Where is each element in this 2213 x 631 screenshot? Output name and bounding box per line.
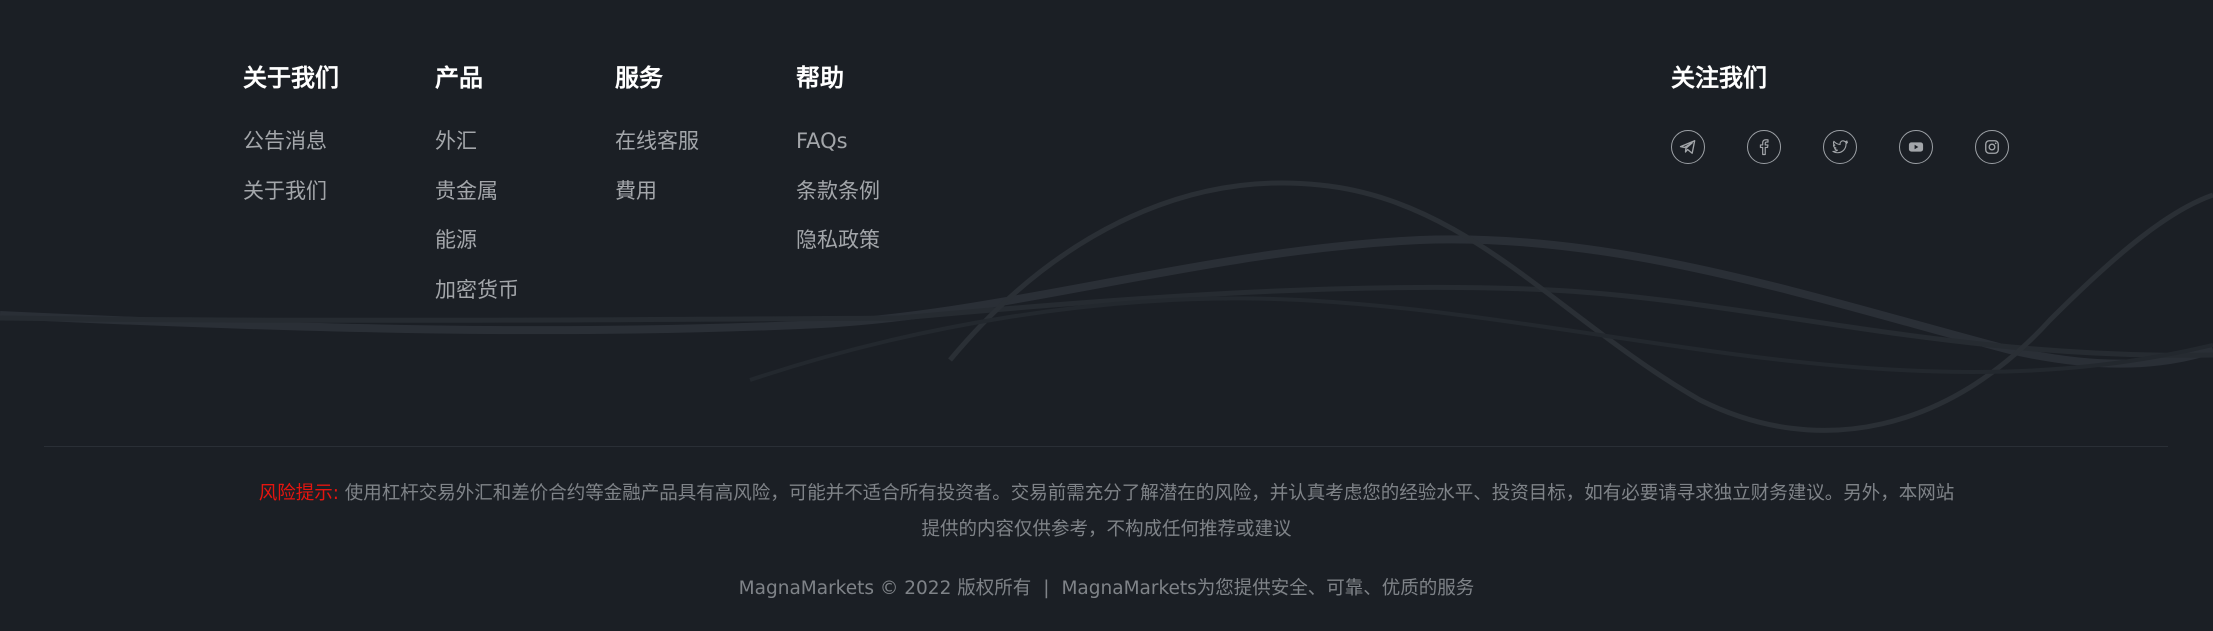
footer-column-services: 服务 在线客服 費用 bbox=[615, 62, 699, 225]
risk-warning-label: 风险提示: bbox=[258, 483, 339, 504]
link-forex[interactable]: 外汇 bbox=[435, 126, 519, 156]
link-fees[interactable]: 費用 bbox=[615, 176, 699, 206]
column-title-services: 服务 bbox=[615, 64, 663, 92]
risk-warning-text: 使用杠杆交易外汇和差价合约等金融产品具有高风险，可能并不适合所有投资者。交易前需… bbox=[338, 483, 1955, 540]
footer-divider bbox=[44, 446, 2168, 447]
footer-column-products: 产品 外汇 贵金属 能源 加密货币 bbox=[435, 62, 519, 324]
link-faqs[interactable]: FAQs bbox=[796, 126, 880, 156]
column-title-help: 帮助 bbox=[796, 64, 844, 92]
twitter-icon[interactable] bbox=[1823, 130, 1857, 164]
copyright: MagnaMarkets © 2022 版权所有 | MagnaMarkets为您提… bbox=[0, 574, 2213, 604]
copyright-separator: | bbox=[1043, 578, 1050, 599]
social-links bbox=[1671, 130, 2009, 164]
footer-column-about: 关于我们 公告消息 关于我们 bbox=[243, 62, 339, 225]
link-online-support[interactable]: 在线客服 bbox=[615, 126, 699, 156]
link-announcements[interactable]: 公告消息 bbox=[243, 126, 339, 156]
footer-column-help: 帮助 FAQs 条款条例 隐私政策 bbox=[796, 62, 880, 275]
footer-column-follow: 关注我们 bbox=[1671, 62, 1767, 126]
link-about-us[interactable]: 关于我们 bbox=[243, 176, 339, 206]
column-title-about: 关于我们 bbox=[243, 64, 339, 92]
copyright-tagline: MagnaMarkets为您提供安全、可靠、优质的服务 bbox=[1061, 578, 1475, 599]
link-privacy[interactable]: 隐私政策 bbox=[796, 225, 880, 255]
link-energy[interactable]: 能源 bbox=[435, 225, 519, 255]
youtube-icon[interactable] bbox=[1899, 130, 1933, 164]
column-title-products: 产品 bbox=[435, 64, 483, 92]
instagram-icon[interactable] bbox=[1975, 130, 2009, 164]
column-title-follow: 关注我们 bbox=[1671, 64, 1767, 92]
copyright-text: MagnaMarkets © 2022 版权所有 bbox=[738, 578, 1032, 599]
link-terms[interactable]: 条款条例 bbox=[796, 176, 880, 206]
risk-warning: 风险提示: 使用杠杆交易外汇和差价合约等金融产品具有高风险，可能并不适合所有投资… bbox=[250, 476, 1963, 548]
link-precious-metals[interactable]: 贵金属 bbox=[435, 176, 519, 206]
telegram-icon[interactable] bbox=[1671, 130, 1705, 164]
link-crypto[interactable]: 加密货币 bbox=[435, 275, 519, 305]
facebook-icon[interactable] bbox=[1747, 130, 1781, 164]
